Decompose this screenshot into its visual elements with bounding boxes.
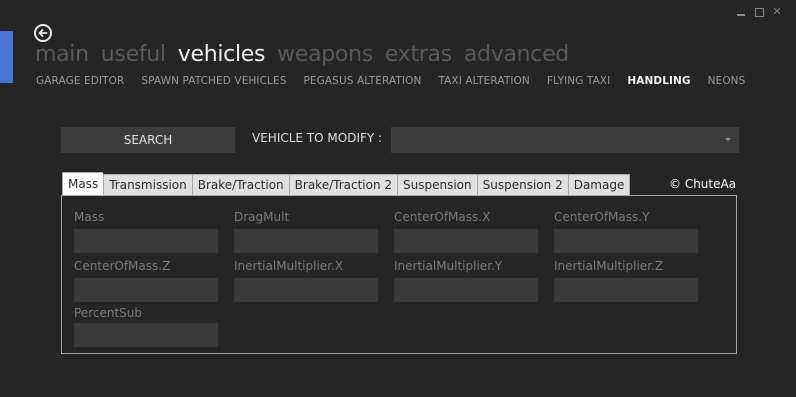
- minimize-icon: [737, 14, 745, 16]
- inertial-multiplier-x-label: InertialMultiplier.X: [234, 259, 344, 273]
- chevron-down-icon: [725, 138, 731, 142]
- mass-label: Mass: [74, 210, 105, 224]
- percent-sub-input[interactable]: [74, 323, 218, 347]
- main-tab-weapons[interactable]: weapons: [277, 42, 373, 67]
- tab-brake-traction[interactable]: Brake/Traction: [191, 174, 289, 196]
- window-controls: ✕: [736, 5, 782, 18]
- search-button[interactable]: SEARCH: [61, 127, 235, 153]
- center-of-mass-x-label: CenterOfMass.X: [394, 210, 491, 224]
- center-of-mass-x-input[interactable]: [394, 229, 538, 253]
- sub-tab-neons[interactable]: NEONS: [708, 75, 746, 87]
- close-icon: ✕: [772, 5, 782, 18]
- mass-panel: Mass DragMult CenterOfMass.X CenterOfMas…: [61, 195, 737, 354]
- main-tab-main[interactable]: main: [35, 42, 89, 67]
- vehicle-to-modify-label: VEHICLE TO MODIFY :: [252, 131, 383, 145]
- sub-tab-flying-taxi[interactable]: FLYING TAXI: [547, 75, 611, 87]
- percent-sub-label: PercentSub: [74, 306, 142, 320]
- sub-tab-spawn-patched-vehicles[interactable]: SPAWN PATCHED VEHICLES: [141, 75, 286, 87]
- tab-brake-traction-2[interactable]: Brake/Traction 2: [288, 174, 398, 196]
- inertial-multiplier-y-input[interactable]: [394, 278, 538, 302]
- mass-input[interactable]: [74, 229, 218, 253]
- dragmult-label: DragMult: [234, 210, 290, 224]
- main-tab-extras[interactable]: extras: [385, 42, 452, 67]
- center-of-mass-y-label: CenterOfMass.Y: [554, 210, 650, 224]
- center-of-mass-y-input[interactable]: [554, 229, 698, 253]
- sub-tab-pegasus-alteration[interactable]: PEGASUS ALTERATION: [304, 75, 422, 87]
- vehicle-select[interactable]: [391, 127, 739, 153]
- tab-damage[interactable]: Damage: [567, 174, 631, 196]
- back-button[interactable]: [34, 24, 52, 42]
- main-nav: main useful vehicles weapons extras adva…: [35, 42, 569, 67]
- sub-tab-garage-editor[interactable]: GARAGE EDITOR: [36, 75, 124, 87]
- sub-nav: GARAGE EDITOR SPAWN PATCHED VEHICLES PEG…: [36, 75, 745, 87]
- inertial-multiplier-x-input[interactable]: [234, 278, 378, 302]
- tab-suspension[interactable]: Suspension: [397, 174, 477, 196]
- sub-tab-handling[interactable]: HANDLING: [627, 75, 690, 87]
- handling-tabs: Mass Transmission Brake/Traction Brake/T…: [62, 172, 631, 196]
- credit-text: © ChuteAa: [669, 177, 737, 191]
- main-tab-useful[interactable]: useful: [101, 42, 166, 67]
- center-of-mass-z-input[interactable]: [74, 278, 218, 302]
- tab-suspension-2[interactable]: Suspension 2: [476, 174, 568, 196]
- tab-transmission[interactable]: Transmission: [103, 174, 192, 196]
- main-tab-vehicles[interactable]: vehicles: [178, 42, 266, 67]
- inertial-multiplier-z-input[interactable]: [554, 278, 698, 302]
- maximize-icon: [754, 7, 764, 17]
- sub-tab-taxi-alteration[interactable]: TAXI ALTERATION: [438, 75, 529, 87]
- minimize-button[interactable]: [736, 7, 746, 17]
- dragmult-input[interactable]: [234, 229, 378, 253]
- inertial-multiplier-y-label: InertialMultiplier.Y: [394, 259, 503, 273]
- tab-mass[interactable]: Mass: [62, 172, 104, 195]
- main-tab-advanced[interactable]: advanced: [464, 42, 569, 67]
- back-arrow-icon: [38, 29, 48, 37]
- maximize-button[interactable]: [754, 7, 764, 17]
- close-button[interactable]: ✕: [772, 5, 782, 18]
- center-of-mass-z-label: CenterOfMass.Z: [74, 259, 171, 273]
- inertial-multiplier-z-label: InertialMultiplier.Z: [554, 259, 664, 273]
- accent-strip: [0, 31, 13, 83]
